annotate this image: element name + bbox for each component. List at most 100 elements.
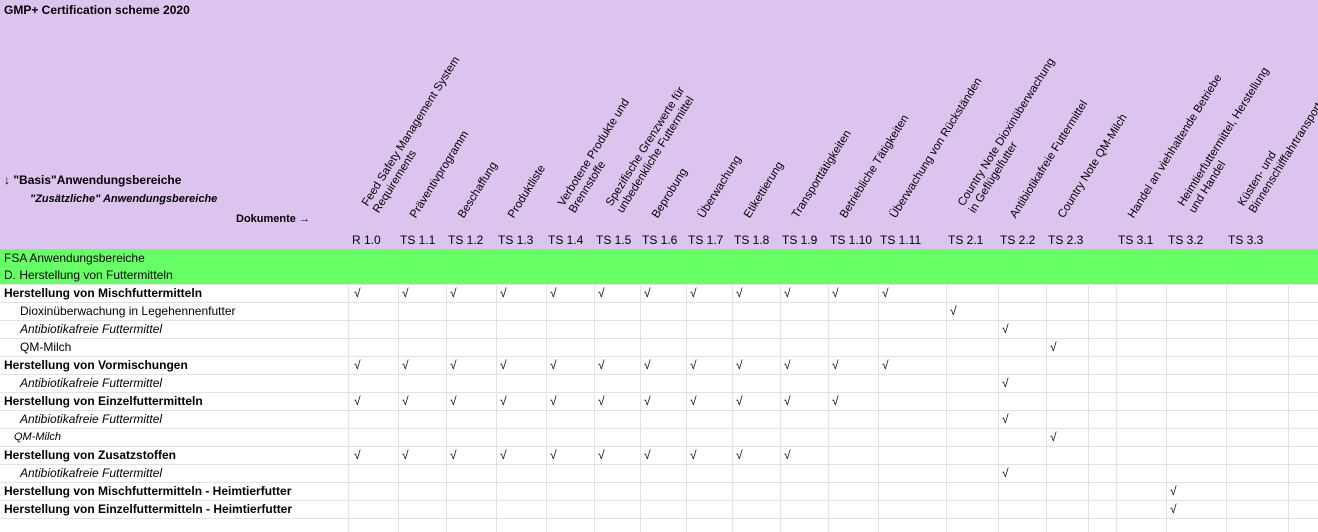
column-code: TS 2.2 xyxy=(1000,233,1036,247)
check-mark: √ xyxy=(1002,412,1009,426)
check-mark: √ xyxy=(784,358,791,372)
check-mark: √ xyxy=(500,394,507,408)
grid-line-vertical xyxy=(828,284,829,532)
check-mark: √ xyxy=(644,286,651,300)
check-mark: √ xyxy=(1170,502,1177,516)
grid-line-vertical xyxy=(594,284,595,532)
check-mark: √ xyxy=(784,286,791,300)
check-mark: √ xyxy=(644,358,651,372)
column-code: TS 1.11 xyxy=(880,233,922,247)
section-band: FSA Anwendungsbereiche D. Herstellung vo… xyxy=(0,249,1318,284)
check-mark: √ xyxy=(644,448,651,462)
check-mark: √ xyxy=(882,286,889,300)
grid-line-horizontal xyxy=(0,320,1318,321)
check-mark: √ xyxy=(1170,484,1177,498)
row-label: QM-Milch xyxy=(20,340,72,354)
check-mark: √ xyxy=(644,394,651,408)
dokumente-label: Dokumente → xyxy=(236,213,310,225)
check-mark: √ xyxy=(354,394,361,408)
check-mark: √ xyxy=(500,448,507,462)
check-mark: √ xyxy=(784,394,791,408)
grid-line-vertical xyxy=(1288,284,1289,532)
column-code: TS 1.1 xyxy=(400,233,436,247)
grid-line-vertical xyxy=(878,284,879,532)
check-mark: √ xyxy=(550,448,557,462)
check-mark: √ xyxy=(598,394,605,408)
check-mark: √ xyxy=(784,448,791,462)
check-mark: √ xyxy=(500,358,507,372)
check-mark: √ xyxy=(1050,430,1057,444)
grid-line-vertical xyxy=(1166,284,1167,532)
grid-line-vertical xyxy=(998,284,999,532)
row-label: Herstellung von Einzelfuttermitteln - He… xyxy=(4,502,293,516)
grid-line-vertical xyxy=(348,284,349,532)
basis-label: ↓ "Basis"Anwendungsbereiche xyxy=(4,173,182,187)
row-label: Antibiotikafreie Futtermittel xyxy=(20,412,163,426)
row-label: Herstellung von Mischfuttermitteln xyxy=(4,286,203,300)
check-mark: √ xyxy=(550,394,557,408)
grid-line-vertical xyxy=(446,284,447,532)
column-code: TS 1.9 xyxy=(782,233,818,247)
column-code: TS 1.2 xyxy=(448,233,484,247)
check-mark: √ xyxy=(882,358,889,372)
check-mark: √ xyxy=(402,448,409,462)
column-code: TS 3.1 xyxy=(1118,233,1154,247)
grid-line-horizontal xyxy=(0,428,1318,429)
grid-line-vertical xyxy=(398,284,399,532)
page-title: GMP+ Certification scheme 2020 xyxy=(4,3,190,17)
grid-line-horizontal xyxy=(0,464,1318,465)
check-mark: √ xyxy=(354,448,361,462)
check-mark: √ xyxy=(1050,340,1057,354)
check-mark: √ xyxy=(450,394,457,408)
row-label: Herstellung von Vormischungen xyxy=(4,358,188,372)
check-mark: √ xyxy=(690,394,697,408)
check-mark: √ xyxy=(736,358,743,372)
row-label: QM-Milch xyxy=(14,431,62,443)
header-band: GMP+ Certification scheme 2020 ↓ "Basis"… xyxy=(0,0,1318,249)
column-code: R 1.0 xyxy=(352,233,381,247)
grid-line-vertical xyxy=(546,284,547,532)
check-mark: √ xyxy=(450,286,457,300)
check-mark: √ xyxy=(1002,376,1009,390)
row-label: Antibiotikafreie Futtermittel xyxy=(20,376,163,390)
grid-line-vertical xyxy=(732,284,733,532)
grid-line-horizontal xyxy=(0,374,1318,375)
check-mark: √ xyxy=(1002,466,1009,480)
grid-line-vertical xyxy=(1116,284,1117,532)
section-subtitle: D. Herstellung von Futtermitteln xyxy=(4,268,173,282)
grid-line-vertical xyxy=(640,284,641,532)
grid-line-vertical xyxy=(1046,284,1047,532)
column-header-line: Requirements xyxy=(371,148,420,216)
check-mark: √ xyxy=(598,286,605,300)
check-mark: √ xyxy=(500,286,507,300)
check-mark: √ xyxy=(598,448,605,462)
column-code: TS 1.8 xyxy=(734,233,770,247)
column-header-line: in Geflügelfutter xyxy=(967,140,1021,216)
column-code: TS 1.3 xyxy=(498,233,534,247)
check-mark: √ xyxy=(450,358,457,372)
check-mark: √ xyxy=(550,286,557,300)
column-code: TS 2.3 xyxy=(1048,233,1084,247)
check-mark: √ xyxy=(402,286,409,300)
grid-line-vertical xyxy=(1088,284,1089,532)
check-mark: √ xyxy=(598,358,605,372)
check-mark: √ xyxy=(402,394,409,408)
grid-line-vertical xyxy=(1226,284,1227,532)
check-mark: √ xyxy=(832,394,839,408)
row-label: Dioxinüberwachung in Legehennenfutter xyxy=(20,304,236,318)
check-mark: √ xyxy=(690,358,697,372)
column-code: TS 3.3 xyxy=(1228,233,1264,247)
check-mark: √ xyxy=(832,358,839,372)
row-label: Antibiotikafreie Futtermittel xyxy=(20,466,163,480)
row-label: Antibiotikafreie Futtermittel xyxy=(20,322,163,336)
grid-line-horizontal xyxy=(0,518,1318,519)
row-label: Herstellung von Zusatzstoffen xyxy=(4,448,177,462)
check-mark: √ xyxy=(354,358,361,372)
grid-line-vertical xyxy=(496,284,497,532)
row-label: Herstellung von Mischfuttermitteln - Hei… xyxy=(4,484,292,498)
grid-line-horizontal xyxy=(0,446,1318,447)
check-mark: √ xyxy=(736,448,743,462)
column-code: TS 3.2 xyxy=(1168,233,1204,247)
section-title: FSA Anwendungsbereiche xyxy=(4,251,145,265)
column-code: TS 1.5 xyxy=(596,233,632,247)
